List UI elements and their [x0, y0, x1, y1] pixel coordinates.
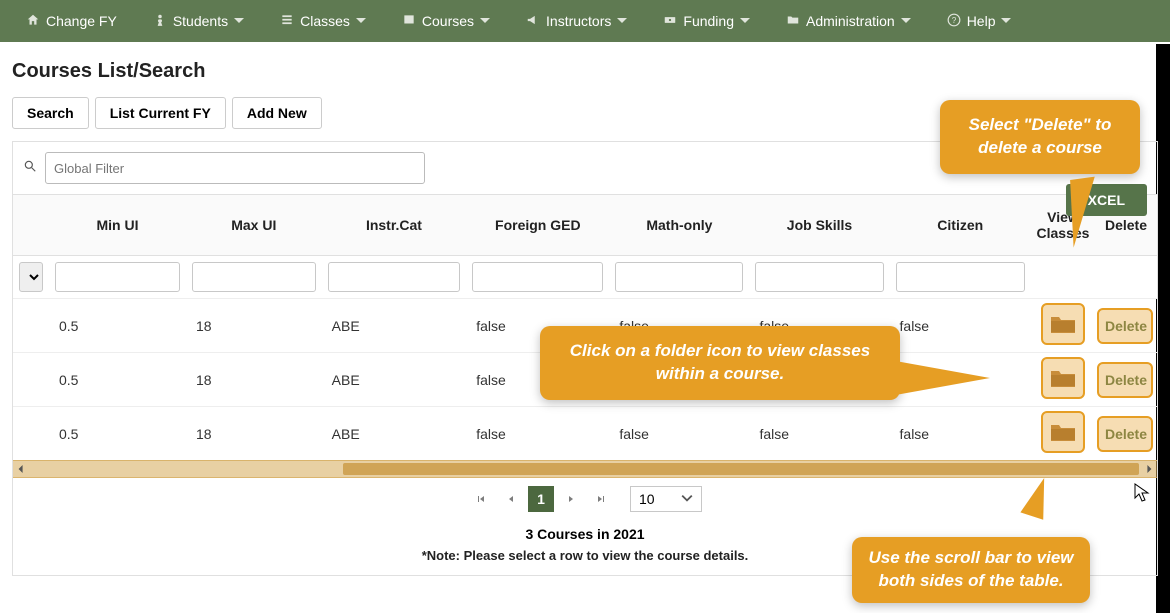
svg-text:?: ? — [951, 15, 956, 24]
search-icon — [23, 159, 37, 178]
pager-size-select[interactable]: 10 — [630, 486, 702, 512]
filter-input-job-skills[interactable] — [755, 262, 883, 292]
nav-classes[interactable]: Classes — [262, 0, 384, 42]
column-header-job-skills[interactable]: Job Skills — [749, 195, 889, 256]
nav-label: Change FY — [46, 13, 117, 29]
page-title: Courses List/Search — [0, 42, 1170, 97]
bullhorn-icon — [526, 13, 540, 30]
pager-current-page[interactable]: 1 — [528, 486, 554, 512]
view-classes-folder-icon[interactable] — [1049, 367, 1077, 389]
cell-max-ui: 18 — [186, 353, 322, 407]
filter-input-math-only[interactable] — [615, 262, 743, 292]
scroll-thumb[interactable] — [343, 463, 1139, 475]
nav-students[interactable]: Students — [135, 0, 262, 42]
caret-down-icon — [740, 13, 750, 29]
window-border — [1156, 44, 1170, 613]
table-row[interactable]: 0.518ABEfalsefalsefalsefalseDelete — [13, 407, 1157, 461]
nav-change-fy[interactable]: Change FY — [8, 0, 135, 42]
pawn-icon — [153, 13, 167, 30]
global-filter-input[interactable] — [45, 152, 425, 184]
nav-label: Courses — [422, 13, 474, 29]
filter-input-max-ui[interactable] — [192, 262, 316, 292]
cell-instr-cat: ABE — [322, 407, 467, 461]
nav-label: Administration — [806, 13, 895, 29]
horizontal-scrollbar[interactable] — [13, 460, 1157, 478]
cell-min-ui: 0.5 — [49, 299, 186, 353]
column-header-instr-cat[interactable]: Instr.Cat — [322, 195, 467, 256]
nav-courses[interactable]: Courses — [384, 0, 508, 42]
cell-foreign-ged: false — [466, 407, 609, 461]
caret-down-icon — [1001, 13, 1011, 29]
pager: 1 10 — [13, 478, 1157, 516]
filter-select-blank[interactable] — [19, 262, 43, 292]
cursor-icon — [1134, 483, 1150, 508]
nav-administration[interactable]: Administration — [768, 0, 929, 42]
column-header-citizen[interactable]: Citizen — [890, 195, 1031, 256]
callout-delete: Select "Delete" to delete a course — [940, 100, 1140, 174]
pager-first-button[interactable] — [468, 486, 494, 512]
callout-scroll: Use the scroll bar to view both sides of… — [852, 537, 1090, 603]
cell-instr-cat: ABE — [322, 299, 467, 353]
column-header-blank — [13, 195, 49, 256]
add-new-button[interactable]: Add New — [232, 97, 322, 129]
scroll-left-icon[interactable] — [13, 461, 29, 477]
nav-label: Instructors — [546, 13, 611, 29]
pager-next-button[interactable] — [558, 486, 584, 512]
cell-math-only: false — [609, 407, 749, 461]
money-icon — [663, 13, 677, 30]
cell-max-ui: 18 — [186, 299, 322, 353]
nav-funding[interactable]: Funding — [645, 0, 768, 42]
cell-min-ui: 0.5 — [49, 407, 186, 461]
view-classes-folder-icon[interactable] — [1049, 313, 1077, 335]
folder-icon — [786, 13, 800, 30]
cell-citizen: false — [890, 407, 1031, 461]
chevron-down-icon — [681, 491, 693, 507]
book-icon — [402, 13, 416, 30]
nav-instructors[interactable]: Instructors — [508, 0, 645, 42]
search-button[interactable]: Search — [12, 97, 89, 129]
cell-instr-cat: ABE — [322, 353, 467, 407]
caret-down-icon — [617, 13, 627, 29]
pager-last-button[interactable] — [588, 486, 614, 512]
nav-help[interactable]: ? Help — [929, 0, 1030, 42]
callout-folder-tail — [890, 360, 990, 396]
view-classes-folder-icon[interactable] — [1049, 421, 1077, 443]
top-nav: Change FY Students Classes Courses Instr… — [0, 0, 1170, 42]
filter-input-citizen[interactable] — [896, 262, 1025, 292]
column-header-foreign-ged[interactable]: Foreign GED — [466, 195, 609, 256]
list-icon — [280, 13, 294, 30]
caret-down-icon — [234, 13, 244, 29]
cell-job-skills: false — [749, 407, 889, 461]
list-current-fy-button[interactable]: List Current FY — [95, 97, 226, 129]
nav-label: Classes — [300, 13, 350, 29]
column-header-math-only[interactable]: Math-only — [609, 195, 749, 256]
question-icon: ? — [947, 13, 961, 30]
home-icon — [26, 13, 40, 30]
nav-label: Funding — [683, 13, 734, 29]
nav-label: Help — [967, 13, 996, 29]
cell-citizen: false — [890, 299, 1031, 353]
callout-folder: Click on a folder icon to view classes w… — [540, 326, 900, 400]
filter-input-min-ui[interactable] — [55, 262, 180, 292]
column-header-max-ui[interactable]: Max UI — [186, 195, 322, 256]
cell-max-ui: 18 — [186, 407, 322, 461]
caret-down-icon — [480, 13, 490, 29]
cell-min-ui: 0.5 — [49, 353, 186, 407]
scroll-right-icon[interactable] — [1141, 461, 1157, 477]
filter-input-instr-cat[interactable] — [328, 262, 461, 292]
pager-size-value: 10 — [639, 491, 655, 507]
filter-input-foreign-ged[interactable] — [472, 262, 603, 292]
pager-prev-button[interactable] — [498, 486, 524, 512]
nav-label: Students — [173, 13, 228, 29]
caret-down-icon — [901, 13, 911, 29]
caret-down-icon — [356, 13, 366, 29]
column-header-min-ui[interactable]: Min UI — [49, 195, 186, 256]
